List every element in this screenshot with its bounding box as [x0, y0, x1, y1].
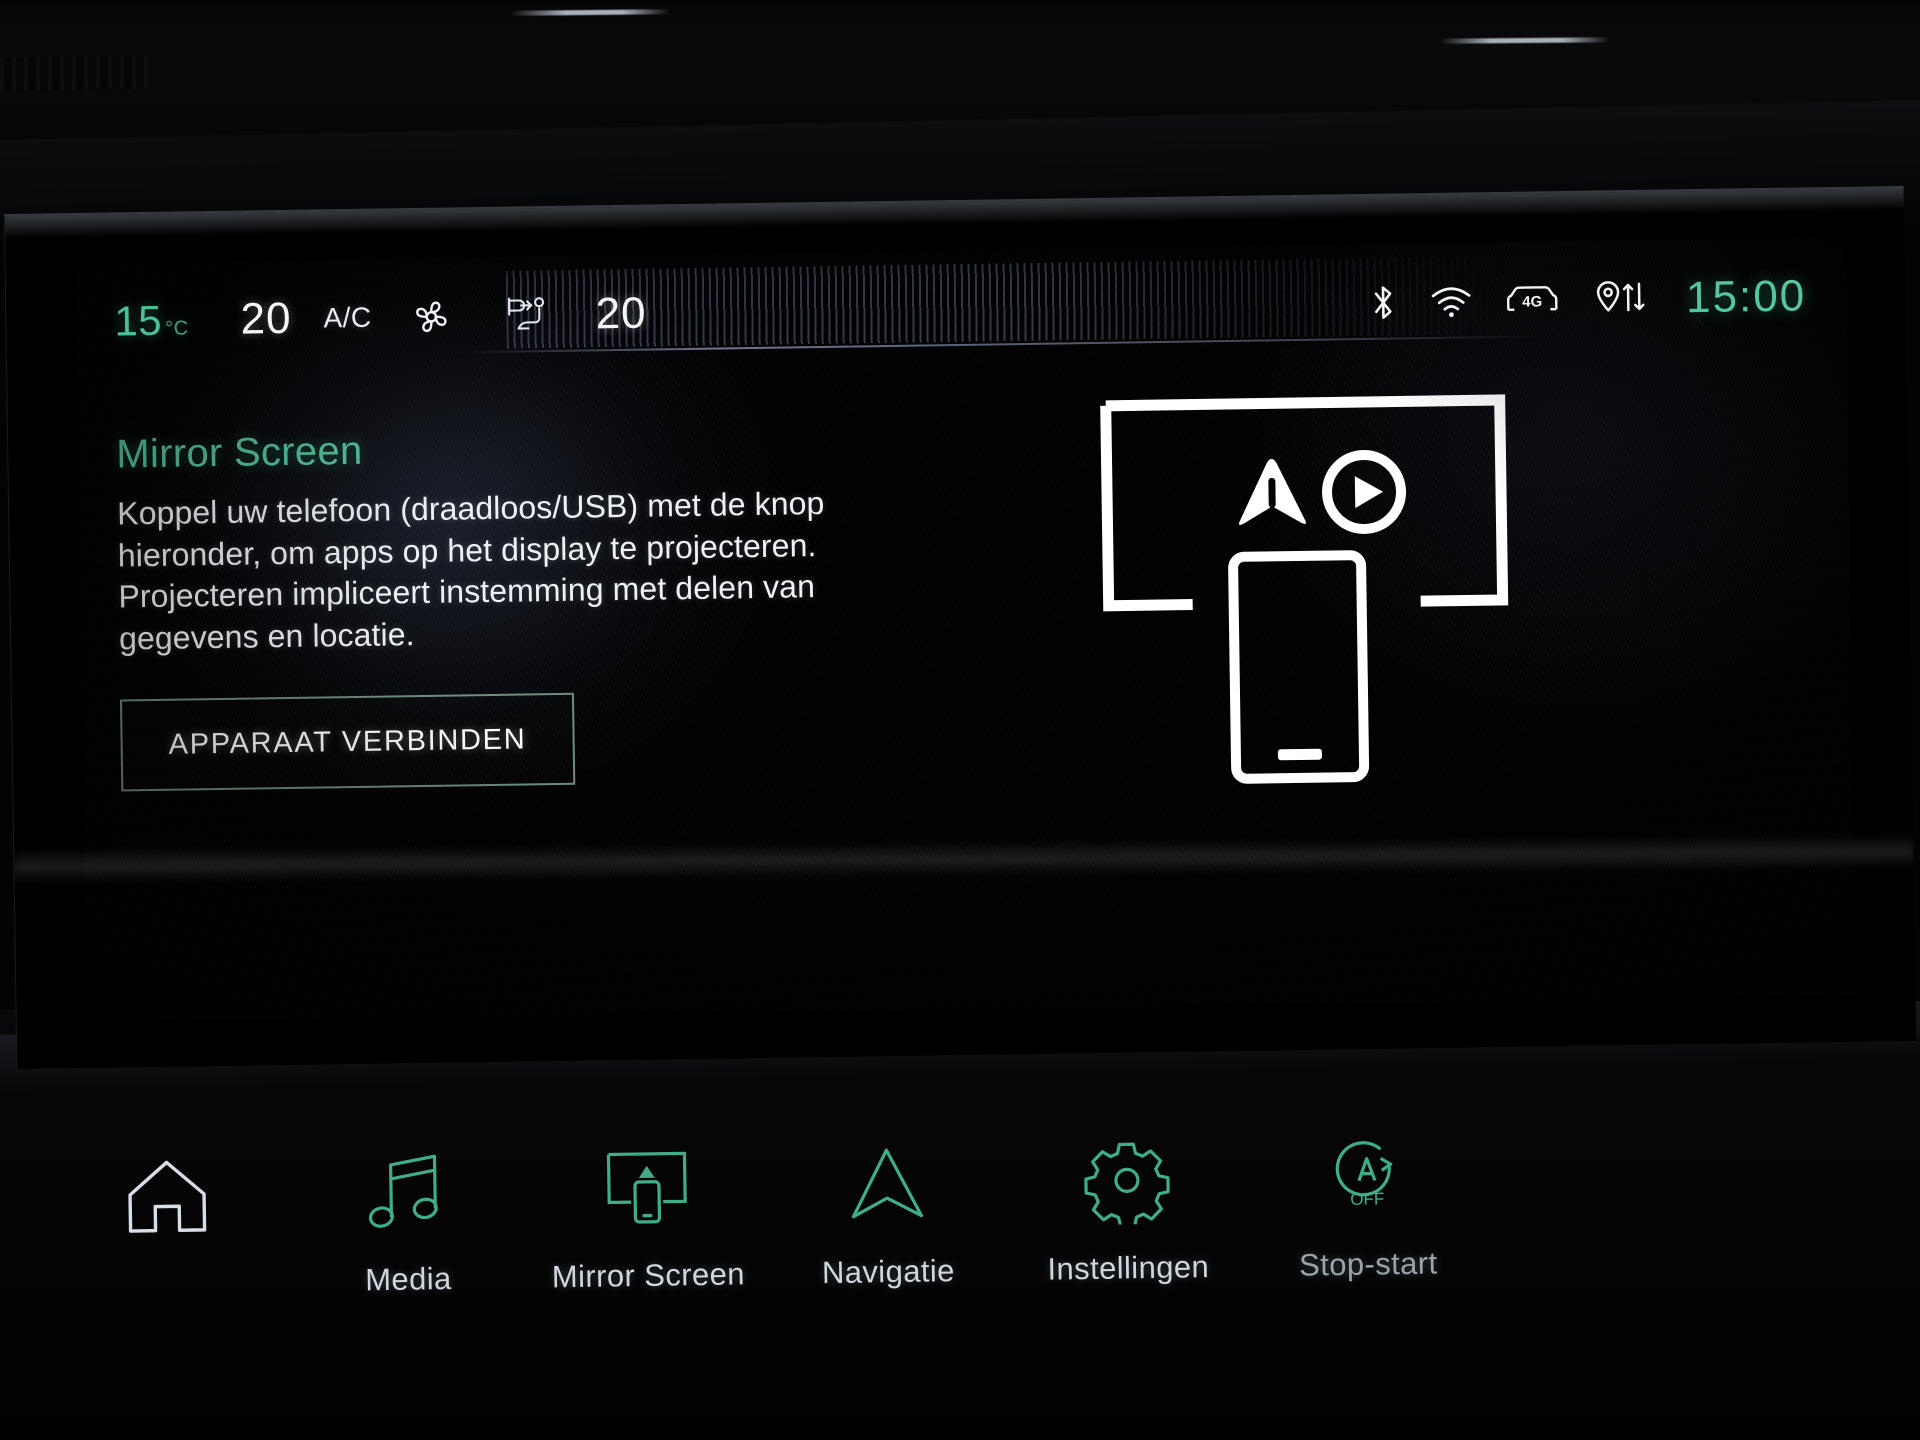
driver-temperature[interactable]: 20: [240, 294, 292, 345]
play-circle-icon: [1322, 449, 1407, 534]
nav-instellingen[interactable]: Instellingen: [1006, 1130, 1248, 1288]
exterior-temperature-unit: °C: [165, 317, 189, 340]
music-note-icon: [360, 1143, 453, 1240]
nav-stop-start-label: Stop-start: [1298, 1245, 1438, 1283]
phone-projection-illustration: [1088, 390, 1524, 816]
dashboard-highlight-left: [509, 9, 671, 16]
wifi-icon[interactable]: [1428, 283, 1475, 320]
nav-media-label: Media: [364, 1260, 452, 1298]
nav-navigatie-label: Navigatie: [821, 1253, 956, 1291]
nav-home[interactable]: [46, 1146, 288, 1268]
page-title: Mirror Screen: [116, 428, 363, 477]
bluetooth-icon[interactable]: [1368, 280, 1399, 324]
fan-icon[interactable]: [407, 292, 456, 341]
connect-device-button[interactable]: APPARAAT VERBINDEN: [119, 693, 576, 792]
mirror-screen-icon: [594, 1139, 699, 1237]
stop-start-state-text: OFF: [1350, 1189, 1384, 1209]
navigation-arrow-icon: [840, 1135, 933, 1232]
description-text: Koppel uw telefoon (draadloos/USB) met d…: [116, 485, 825, 657]
nav-navigatie[interactable]: Navigatie: [766, 1134, 1008, 1292]
infotainment-photo: 15 °C 20 A/C 20 4G 15:00 Mirror Screen K…: [0, 0, 1920, 1440]
climate-band-texture: [505, 255, 1507, 349]
clock: 15:00: [1685, 271, 1807, 323]
ac-toggle[interactable]: A/C: [323, 302, 372, 335]
location-data-transfer-icon[interactable]: [1590, 278, 1649, 321]
car-4g-icon[interactable]: 4G: [1504, 281, 1561, 320]
stop-start-off-icon: OFF: [1317, 1128, 1416, 1226]
passenger-temperature[interactable]: 20: [595, 289, 647, 340]
mirror-screen-info: Mirror Screen Koppel uw telefoon (draadl…: [116, 422, 861, 792]
exterior-temperature: 15 °C: [114, 296, 189, 345]
main-content: Mirror Screen Koppel uw telefoon (draadl…: [77, 355, 1856, 1023]
exterior-temperature-value: 15: [114, 296, 163, 345]
dashboard-highlight-right: [1439, 37, 1611, 44]
connectivity-label-text: 4G: [1522, 293, 1542, 310]
home-icon: [121, 1147, 212, 1244]
nav-mirror-screen[interactable]: Mirror Screen: [526, 1138, 768, 1296]
dashboard-vent: [0, 54, 150, 92]
infotainment-panel: 15 °C 20 A/C 20 4G 15:00 Mirror Screen K…: [3, 185, 1917, 1070]
smartphone-icon: [1228, 550, 1370, 784]
infotainment-screen: 15 °C 20 A/C 20 4G 15:00 Mirror Screen K…: [75, 236, 1857, 1023]
nav-mirror-screen-label: Mirror Screen: [551, 1256, 746, 1295]
nav-media[interactable]: Media: [286, 1142, 528, 1300]
gear-icon: [1081, 1132, 1172, 1229]
nav-stop-start[interactable]: OFF Stop-start: [1246, 1127, 1488, 1285]
android-auto-arrow-icon: [1238, 458, 1306, 525]
airflow-seat-icon[interactable]: [499, 290, 554, 341]
bottom-nav-bar: Media Mirror Screen Navigatie Instelling…: [0, 1120, 1920, 1380]
nav-instellingen-label: Instellingen: [1047, 1249, 1210, 1287]
